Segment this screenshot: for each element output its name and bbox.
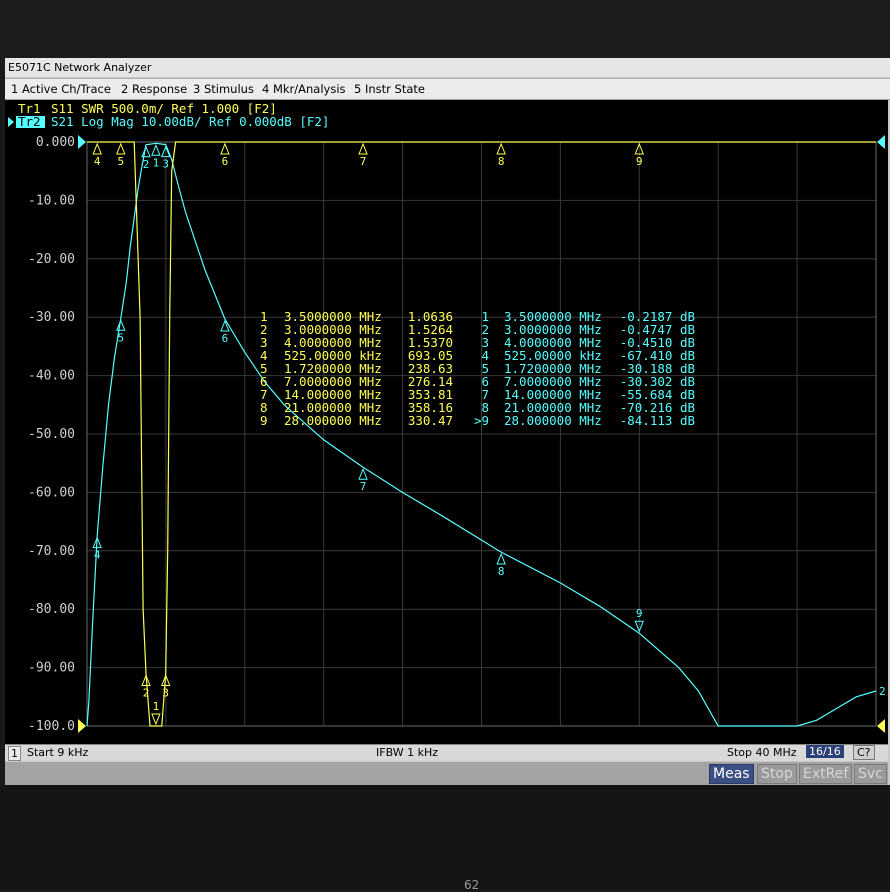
readout-s21-frequency: 28.000000 MHz: [504, 413, 602, 428]
marker-triangle: [496, 552, 506, 565]
ref-pointer-s11-right: [877, 719, 885, 733]
marker-number: 1: [153, 700, 160, 713]
ref-pointer-s11-left: [78, 719, 86, 733]
marker-triangle: [151, 713, 161, 726]
marker-triangle: [151, 143, 161, 156]
status-bar: 1 Start 9 kHz IFBW 1 kHz Stop 40 MHz 16/…: [5, 744, 888, 761]
menu-mkr-analysis[interactable]: 4 Mkr/Analysis: [262, 82, 346, 96]
marker-triangle: [92, 142, 102, 155]
marker-number: 5: [117, 155, 124, 168]
trace-settings-tr2: S21 Log Mag 10.00dB/ Ref 0.000dB [F2]: [51, 114, 329, 129]
marker-number: 9: [636, 155, 643, 168]
y-tick-label: -100.0: [28, 719, 75, 734]
y-tick-label: -50.00: [28, 427, 75, 442]
menu-active-ch-trace[interactable]: 1 Active Ch/Trace: [11, 82, 111, 96]
stop-frequency[interactable]: Stop 40 MHz: [727, 746, 797, 759]
readout-s21-number: >9: [474, 413, 489, 428]
channel-indicator[interactable]: 1: [8, 746, 21, 761]
marker-number: 5: [117, 331, 124, 344]
menu-stimulus[interactable]: 3 Stimulus: [193, 82, 254, 96]
marker-triangle: [116, 142, 126, 155]
active-trace-pointer: [8, 117, 14, 127]
y-tick-label: -20.00: [28, 252, 75, 267]
marker-number: 2: [143, 158, 150, 171]
chart-plot: 0.000 -10.00 -20.00 -30.00 -40.00 -50.00 -60.0…: [8, 101, 886, 734]
marker-s11-5: 5: [116, 142, 126, 168]
photo-background-bottom: 62: [0, 785, 890, 892]
photo-background-top: [0, 0, 890, 58]
marker-number: 9: [636, 607, 643, 620]
y-tick-label: -70.00: [28, 544, 75, 559]
menu-instr-state[interactable]: 5 Instr State: [354, 82, 425, 96]
readout-s11-frequency: 28.000000 MHz: [284, 413, 382, 428]
extref-button[interactable]: ExtRef: [799, 764, 853, 784]
svc-button[interactable]: Svc: [854, 764, 887, 784]
marker-number: 6: [222, 155, 229, 168]
marker-s21-1: 1: [151, 143, 161, 169]
title-bar: E5071C Network Analyzer: [5, 58, 890, 77]
y-tick-label: 0.000: [36, 135, 75, 150]
ref-pointer-s21-right: [877, 135, 885, 149]
marker-s21-8: 8: [496, 552, 506, 578]
marker-triangle: [496, 142, 506, 155]
marker-s11-6: 6: [220, 142, 230, 168]
menu-bar: 1 Active Ch/Trace 2 Response 3 Stimulus …: [5, 78, 890, 100]
sweep-count: 16/16: [806, 745, 844, 758]
readout-s21-value: -84.113 dB: [620, 413, 695, 428]
meas-button[interactable]: Meas: [709, 764, 754, 784]
trace-id-tr2: Tr2: [18, 114, 41, 129]
marker-number: 2: [143, 686, 150, 699]
marker-s11-4: 4: [92, 142, 102, 168]
marker-s11-7: 7: [358, 142, 368, 168]
marker-triangle: [220, 319, 230, 332]
marker-s11-1: 1: [151, 700, 161, 726]
cal-status[interactable]: C?: [853, 745, 875, 760]
ref-pointer-s21-left: [78, 135, 86, 149]
stop-button[interactable]: Stop: [757, 764, 797, 784]
marker-number: 6: [222, 332, 229, 345]
marker-number: 4: [94, 549, 101, 562]
softkey-bar: Meas Stop ExtRef Svc: [5, 762, 888, 785]
marker-s11-8: 8: [496, 142, 506, 168]
y-tick-label: -40.00: [28, 369, 75, 384]
marker-number: 3: [162, 158, 169, 171]
marker-number: 8: [498, 565, 505, 578]
y-tick-label: -90.00: [28, 661, 75, 676]
measurement-display[interactable]: 0.000 -10.00 -20.00 -30.00 -40.00 -50.00 -60.0…: [5, 100, 888, 744]
marker-triangle: [358, 467, 368, 480]
y-tick-label: -30.00: [28, 310, 75, 325]
marker-number: 7: [360, 480, 367, 493]
marker-number: 4: [94, 155, 101, 168]
y-tick-label: -80.00: [28, 602, 75, 617]
y-tick-label: -10.00: [28, 193, 75, 208]
marker-triangle: [141, 145, 151, 158]
marker-s21-5: 5: [116, 318, 126, 344]
menu-response[interactable]: 2 Response: [121, 82, 187, 96]
marker-number: 7: [360, 155, 367, 168]
y-tick-label: -60.00: [28, 485, 75, 500]
marker-triangle: [358, 142, 368, 155]
readout-s11-value: 330.47: [408, 413, 453, 428]
marker-number: 3: [162, 686, 169, 699]
marker-number: 8: [498, 155, 505, 168]
marker-triangle: [220, 142, 230, 155]
ifbw-value[interactable]: IFBW 1 kHz: [376, 746, 438, 759]
trace-end-label: 2: [879, 685, 886, 698]
start-frequency[interactable]: Start 9 kHz: [27, 746, 88, 759]
marker-s21-7: 7: [358, 467, 368, 493]
marker-number: 1: [153, 156, 160, 169]
marker-s21-2: 2: [141, 145, 151, 171]
readout-s11-number: 9: [260, 413, 268, 428]
window-title: E5071C Network Analyzer: [8, 61, 152, 74]
